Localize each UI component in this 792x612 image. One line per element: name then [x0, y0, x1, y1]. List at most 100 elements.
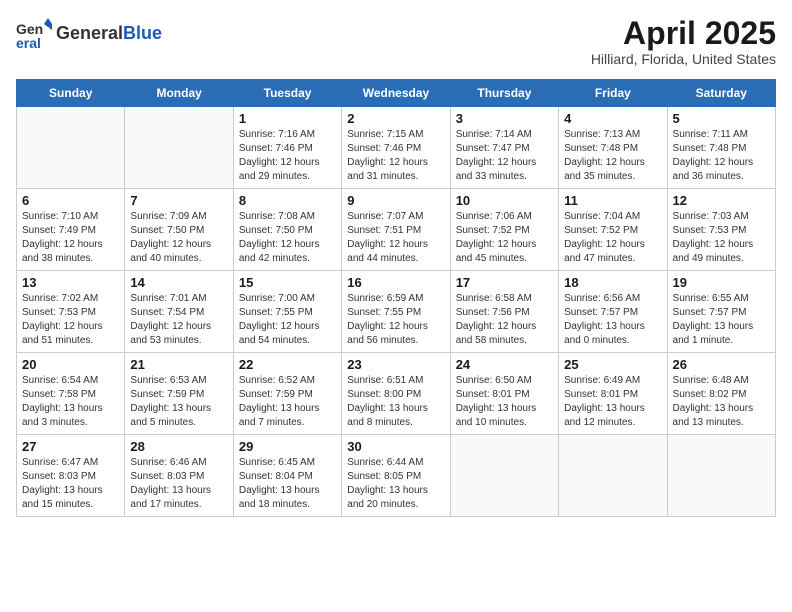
logo-blue-text: Blue: [123, 23, 162, 43]
calendar-cell: 6Sunrise: 7:10 AMSunset: 7:49 PMDaylight…: [17, 189, 125, 271]
logo-general-text: General: [56, 23, 123, 43]
calendar-cell: [125, 107, 233, 189]
day-number: 25: [564, 357, 661, 372]
day-content: Sunrise: 6:47 AMSunset: 8:03 PMDaylight:…: [22, 456, 119, 512]
day-number: 20: [22, 357, 119, 372]
calendar-week-4: 20 Sunrise: 6:54 AMSunset: 7:58 PMDayligh…: [17, 353, 776, 435]
day-header-thursday: Thursday: [450, 80, 558, 107]
day-number: 28: [130, 439, 227, 454]
day-content: Sunrise: 6:55 AMSunset: 7:57 PMDaylight:…: [673, 292, 770, 348]
calendar-cell: 20 Sunrise: 6:54 AMSunset: 7:58 PMDayligh…: [17, 353, 125, 435]
logo-icon: Gen eral: [16, 16, 52, 52]
day-content: Sunrise: 7:15 AMSunset: 7:46 PMDaylight:…: [347, 128, 444, 184]
calendar-cell: 30 Sunrise: 6:44 AMSunset: 8:05 PMDayligh…: [342, 435, 450, 517]
calendar-cell: 7 Sunrise: 7:09 AMSunset: 7:50 PMDaylight…: [125, 189, 233, 271]
day-content: Sunrise: 6:59 AMSunset: 7:55 PMDaylight:…: [347, 292, 444, 348]
calendar-cell: 10Sunrise: 7:06 AMSunset: 7:52 PMDayligh…: [450, 189, 558, 271]
day-number: 7: [130, 193, 227, 208]
day-number: 23: [347, 357, 444, 372]
calendar-cell: 19 Sunrise: 6:55 AMSunset: 7:57 PMDayligh…: [667, 271, 775, 353]
day-content: Sunrise: 7:03 AMSunset: 7:53 PMDaylight:…: [673, 210, 770, 266]
day-number: 22: [239, 357, 336, 372]
day-number: 21: [130, 357, 227, 372]
day-header-saturday: Saturday: [667, 80, 775, 107]
day-number: 26: [673, 357, 770, 372]
calendar-cell: 4Sunrise: 7:13 AMSunset: 7:48 PMDaylight…: [559, 107, 667, 189]
logo: Gen eral GeneralBlue: [16, 16, 162, 52]
calendar-cell: 17 Sunrise: 6:58 AMSunset: 7:56 PMDayligh…: [450, 271, 558, 353]
calendar-cell: 13 Sunrise: 7:02 AMSunset: 7:53 PMDayligh…: [17, 271, 125, 353]
calendar-cell: [667, 435, 775, 517]
day-number: 16: [347, 275, 444, 290]
day-number: 5: [673, 111, 770, 126]
day-header-wednesday: Wednesday: [342, 80, 450, 107]
day-content: Sunrise: 7:00 AMSunset: 7:55 PMDaylight:…: [239, 292, 336, 348]
day-number: 24: [456, 357, 553, 372]
day-number: 14: [130, 275, 227, 290]
day-number: 11: [564, 193, 661, 208]
calendar-cell: 23 Sunrise: 6:51 AMSunset: 8:00 PMDayligh…: [342, 353, 450, 435]
day-content: Sunrise: 6:56 AMSunset: 7:57 PMDaylight:…: [564, 292, 661, 348]
calendar-cell: 2 Sunrise: 7:15 AMSunset: 7:46 PMDaylight…: [342, 107, 450, 189]
day-content: Sunrise: 6:49 AMSunset: 8:01 PMDaylight:…: [564, 374, 661, 430]
day-number: 17: [456, 275, 553, 290]
calendar-cell: 5 Sunrise: 7:11 AMSunset: 7:48 PMDaylight…: [667, 107, 775, 189]
day-content: Sunrise: 7:16 AMSunset: 7:46 PMDaylight:…: [239, 128, 336, 184]
location-text: Hilliard, Florida, United States: [591, 51, 776, 67]
calendar-cell: 14 Sunrise: 7:01 AMSunset: 7:54 PMDayligh…: [125, 271, 233, 353]
day-content: Sunrise: 6:45 AMSunset: 8:04 PMDaylight:…: [239, 456, 336, 512]
calendar-cell: 8Sunrise: 7:08 AMSunset: 7:50 PMDaylight…: [233, 189, 341, 271]
calendar-cell: 11 Sunrise: 7:04 AMSunset: 7:52 PMDayligh…: [559, 189, 667, 271]
day-number: 29: [239, 439, 336, 454]
calendar-cell: 16 Sunrise: 6:59 AMSunset: 7:55 PMDayligh…: [342, 271, 450, 353]
month-title: April 2025: [591, 16, 776, 51]
day-content: Sunrise: 7:11 AMSunset: 7:48 PMDaylight:…: [673, 128, 770, 184]
day-number: 3: [456, 111, 553, 126]
day-content: Sunrise: 6:46 AMSunset: 8:03 PMDaylight:…: [130, 456, 227, 512]
day-content: Sunrise: 7:06 AMSunset: 7:52 PMDaylight:…: [456, 210, 553, 266]
day-content: Sunrise: 7:13 AMSunset: 7:48 PMDaylight:…: [564, 128, 661, 184]
day-content: Sunrise: 6:51 AMSunset: 8:00 PMDaylight:…: [347, 374, 444, 430]
calendar-cell: 25 Sunrise: 6:49 AMSunset: 8:01 PMDayligh…: [559, 353, 667, 435]
day-content: Sunrise: 7:02 AMSunset: 7:53 PMDaylight:…: [22, 292, 119, 348]
day-number: 18: [564, 275, 661, 290]
calendar-cell: 27 Sunrise: 6:47 AMSunset: 8:03 PMDayligh…: [17, 435, 125, 517]
calendar-week-2: 6Sunrise: 7:10 AMSunset: 7:49 PMDaylight…: [17, 189, 776, 271]
day-header-sunday: Sunday: [17, 80, 125, 107]
day-content: Sunrise: 7:09 AMSunset: 7:50 PMDaylight:…: [130, 210, 227, 266]
calendar-cell: 26 Sunrise: 6:48 AMSunset: 8:02 PMDayligh…: [667, 353, 775, 435]
day-number: 30: [347, 439, 444, 454]
day-content: Sunrise: 7:01 AMSunset: 7:54 PMDaylight:…: [130, 292, 227, 348]
day-number: 27: [22, 439, 119, 454]
day-content: Sunrise: 6:52 AMSunset: 7:59 PMDaylight:…: [239, 374, 336, 430]
calendar-cell: 15 Sunrise: 7:00 AMSunset: 7:55 PMDayligh…: [233, 271, 341, 353]
calendar-cell: 28 Sunrise: 6:46 AMSunset: 8:03 PMDayligh…: [125, 435, 233, 517]
day-number: 1: [239, 111, 336, 126]
day-number: 13: [22, 275, 119, 290]
day-number: 12: [673, 193, 770, 208]
calendar-cell: [17, 107, 125, 189]
calendar-week-3: 13 Sunrise: 7:02 AMSunset: 7:53 PMDayligh…: [17, 271, 776, 353]
day-number: 2: [347, 111, 444, 126]
day-number: 9: [347, 193, 444, 208]
calendar-cell: 22 Sunrise: 6:52 AMSunset: 7:59 PMDayligh…: [233, 353, 341, 435]
calendar-cell: 29 Sunrise: 6:45 AMSunset: 8:04 PMDayligh…: [233, 435, 341, 517]
day-content: Sunrise: 6:48 AMSunset: 8:02 PMDaylight:…: [673, 374, 770, 430]
calendar-cell: 1 Sunrise: 7:16 AMSunset: 7:46 PMDaylight…: [233, 107, 341, 189]
title-block: April 2025 Hilliard, Florida, United Sta…: [591, 16, 776, 67]
day-content: Sunrise: 6:44 AMSunset: 8:05 PMDaylight:…: [347, 456, 444, 512]
day-number: 6: [22, 193, 119, 208]
calendar-week-5: 27 Sunrise: 6:47 AMSunset: 8:03 PMDayligh…: [17, 435, 776, 517]
day-content: Sunrise: 6:54 AMSunset: 7:58 PMDaylight:…: [22, 374, 119, 430]
svg-text:eral: eral: [16, 35, 41, 51]
day-number: 15: [239, 275, 336, 290]
day-content: Sunrise: 6:58 AMSunset: 7:56 PMDaylight:…: [456, 292, 553, 348]
day-content: Sunrise: 7:14 AMSunset: 7:47 PMDaylight:…: [456, 128, 553, 184]
day-content: Sunrise: 7:08 AMSunset: 7:50 PMDaylight:…: [239, 210, 336, 266]
day-content: Sunrise: 7:04 AMSunset: 7:52 PMDaylight:…: [564, 210, 661, 266]
calendar-cell: [559, 435, 667, 517]
calendar-table: SundayMondayTuesdayWednesdayThursdayFrid…: [16, 79, 776, 517]
calendar-cell: [450, 435, 558, 517]
day-number: 19: [673, 275, 770, 290]
page-header: Gen eral GeneralBlue April 2025 Hilliard…: [16, 16, 776, 67]
